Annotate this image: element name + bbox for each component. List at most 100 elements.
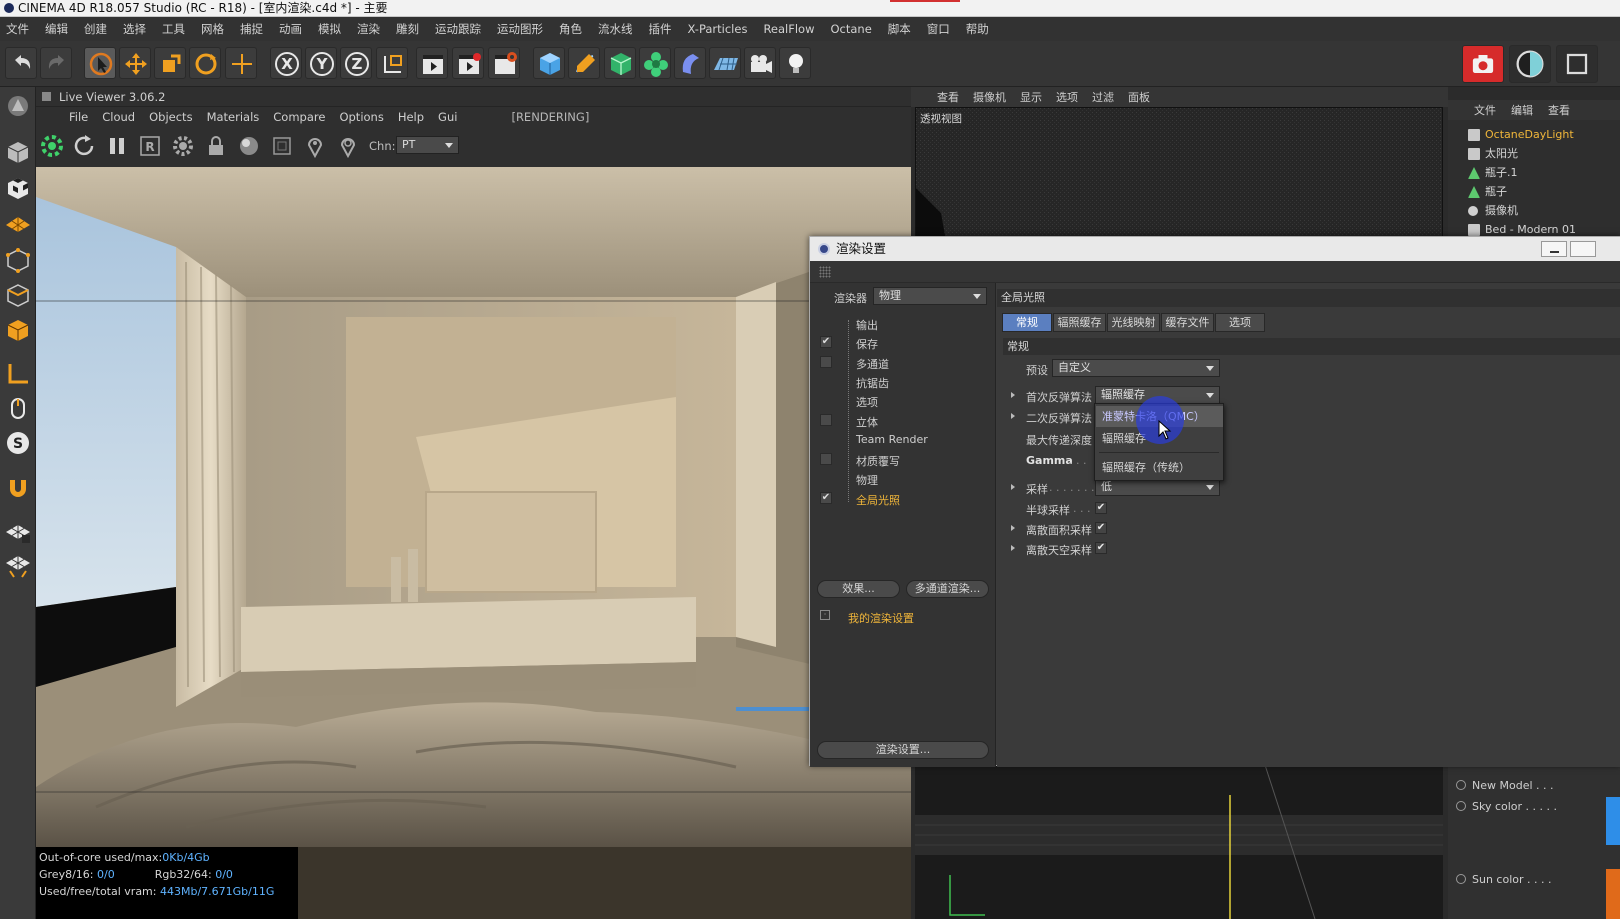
object-item-camera[interactable]: 摄像机 xyxy=(1448,201,1620,220)
y-axis-lock-button[interactable]: Y xyxy=(305,47,337,79)
deformer-button[interactable] xyxy=(674,47,706,79)
subsampling-button[interactable] xyxy=(269,133,295,159)
menu-snap[interactable]: 捕捉 xyxy=(240,21,263,37)
coordinate-system-button[interactable] xyxy=(376,47,408,79)
live-viewer-render-canvas[interactable] xyxy=(36,167,911,847)
move-tool-button[interactable] xyxy=(119,47,151,79)
tab-irradiance-cache[interactable]: 辐照缓存 xyxy=(1053,313,1106,332)
expand-arrow-icon[interactable] xyxy=(1011,484,1015,490)
renderer-select[interactable]: 物理 xyxy=(873,287,987,305)
menu-edit[interactable]: 编辑 xyxy=(45,21,68,37)
region-render-button[interactable]: R xyxy=(137,133,163,159)
multipass-render-button[interactable]: 多通道渲染... xyxy=(906,580,989,598)
om-menu-file[interactable]: 文件 xyxy=(1474,102,1496,118)
object-item-octanedaylight[interactable]: OctaneDayLight xyxy=(1448,125,1620,144)
dialog-title-bar[interactable]: 渲染设置 xyxy=(810,237,1620,261)
snap-button[interactable]: S xyxy=(2,428,34,458)
lv-menu-help[interactable]: Help xyxy=(398,110,424,124)
perspective-viewport-lower[interactable] xyxy=(915,765,1443,919)
menu-mesh[interactable]: 网格 xyxy=(201,21,224,37)
vp-menu-filter[interactable]: 过滤 xyxy=(1092,89,1114,105)
option-irradiance-cache-legacy[interactable]: 辐照缓存（传统） xyxy=(1096,457,1223,478)
pause-render-button[interactable] xyxy=(104,133,130,159)
render-picture-viewer-button[interactable] xyxy=(452,47,484,79)
menu-animate[interactable]: 动画 xyxy=(279,21,302,37)
menu-tools[interactable]: 工具 xyxy=(162,21,185,37)
render-view-button[interactable] xyxy=(416,47,448,79)
vp-menu-display[interactable]: 显示 xyxy=(1020,89,1042,105)
undo-button[interactable] xyxy=(5,47,37,79)
octane-settings-button[interactable] xyxy=(1556,45,1598,83)
render-settings-gear-button[interactable] xyxy=(170,133,196,159)
menu-select[interactable]: 选择 xyxy=(123,21,146,37)
octane-record-button[interactable] xyxy=(1462,45,1504,83)
expand-icon[interactable]: · xyxy=(820,610,830,620)
nav-gi-checkbox[interactable]: ✔ xyxy=(820,492,832,504)
nav-save-checkbox[interactable]: ✔ xyxy=(820,336,832,348)
pick-focus-button[interactable] xyxy=(302,133,328,159)
menu-simulate[interactable]: 模拟 xyxy=(318,21,341,37)
vp-menu-panel[interactable]: 面板 xyxy=(1128,89,1150,105)
tab-cache-files[interactable]: 缓存文件 xyxy=(1161,313,1214,332)
object-item-sun[interactable]: 太阳光 xyxy=(1448,144,1620,163)
menu-motion-tracking[interactable]: 运动跟踪 xyxy=(435,21,481,37)
expand-arrow-icon[interactable] xyxy=(1011,545,1015,551)
scale-tool-button[interactable] xyxy=(154,47,186,79)
menu-file[interactable]: 文件 xyxy=(6,21,29,37)
lv-menu-objects[interactable]: Objects xyxy=(149,110,192,124)
cloner-button[interactable] xyxy=(639,47,671,79)
axis-mode-button[interactable] xyxy=(2,359,34,389)
nav-material-override[interactable]: 材质覆写 xyxy=(856,453,900,469)
menu-character[interactable]: 角色 xyxy=(559,21,582,37)
channel-select[interactable]: PT xyxy=(396,136,459,154)
redo-button[interactable] xyxy=(40,47,72,79)
vp-menu-view[interactable]: 查看 xyxy=(937,89,959,105)
menu-pipeline[interactable]: 流水线 xyxy=(598,21,633,37)
nav-material-override-checkbox[interactable] xyxy=(820,453,832,465)
z-axis-lock-button[interactable]: Z xyxy=(340,47,372,79)
pick-material-button[interactable] xyxy=(335,133,361,159)
menu-create[interactable]: 创建 xyxy=(84,21,107,37)
expand-arrow-icon[interactable] xyxy=(1011,392,1015,398)
floor-object-button[interactable] xyxy=(709,47,741,79)
om-menu-view[interactable]: 查看 xyxy=(1548,102,1570,118)
edges-mode-button[interactable] xyxy=(2,280,34,310)
light-object-button[interactable] xyxy=(779,47,811,79)
nav-stereo[interactable]: 立体 xyxy=(856,414,878,430)
subdivision-surface-button[interactable] xyxy=(604,47,636,79)
nav-output[interactable]: 输出 xyxy=(856,317,878,333)
lv-menu-materials[interactable]: Materials xyxy=(207,110,260,124)
tab-light-mapping[interactable]: 光线映射 xyxy=(1107,313,1160,332)
pen-spline-button[interactable] xyxy=(568,47,600,79)
menu-mograph[interactable]: 运动图形 xyxy=(497,21,543,37)
om-menu-edit[interactable]: 编辑 xyxy=(1511,102,1533,118)
cube-primitive-button[interactable] xyxy=(533,47,565,79)
expand-arrow-icon[interactable] xyxy=(1011,413,1015,419)
sky-color-swatch[interactable] xyxy=(1606,797,1620,845)
menu-realflow[interactable]: RealFlow xyxy=(763,22,814,36)
nav-antialiasing[interactable]: 抗锯齿 xyxy=(856,375,889,391)
tab-general[interactable]: 常规 xyxy=(1002,313,1052,332)
maximize-button[interactable] xyxy=(1570,241,1596,257)
menu-script[interactable]: 脚本 xyxy=(888,21,911,37)
octane-compare-button[interactable] xyxy=(1509,45,1551,83)
tweak-mode-button[interactable] xyxy=(2,393,34,423)
menu-window[interactable]: 窗口 xyxy=(927,21,950,37)
workplane-align-button[interactable] xyxy=(2,551,34,581)
object-mode-button[interactable] xyxy=(2,137,34,167)
hemisphere-sampling-checkbox[interactable]: ✔ xyxy=(1095,502,1107,514)
restart-render-button[interactable] xyxy=(71,133,97,159)
sky-color-row[interactable]: Sky color . . . . . xyxy=(1456,800,1557,813)
expand-arrow-icon[interactable] xyxy=(1011,525,1015,531)
rotate-tool-button[interactable] xyxy=(189,47,221,79)
nav-options[interactable]: 选项 xyxy=(856,394,878,410)
workplane-lock-button[interactable] xyxy=(2,517,34,547)
menu-sculpt[interactable]: 雕刻 xyxy=(396,21,419,37)
nav-team-render[interactable]: Team Render xyxy=(856,433,928,446)
minimize-button[interactable] xyxy=(1541,241,1567,257)
texture-mode-button[interactable] xyxy=(2,173,34,203)
nav-stereo-checkbox[interactable] xyxy=(820,414,832,426)
send-scene-button[interactable] xyxy=(39,133,65,159)
workplane-mode-button[interactable] xyxy=(2,207,34,237)
lock-resolution-button[interactable] xyxy=(203,133,229,159)
